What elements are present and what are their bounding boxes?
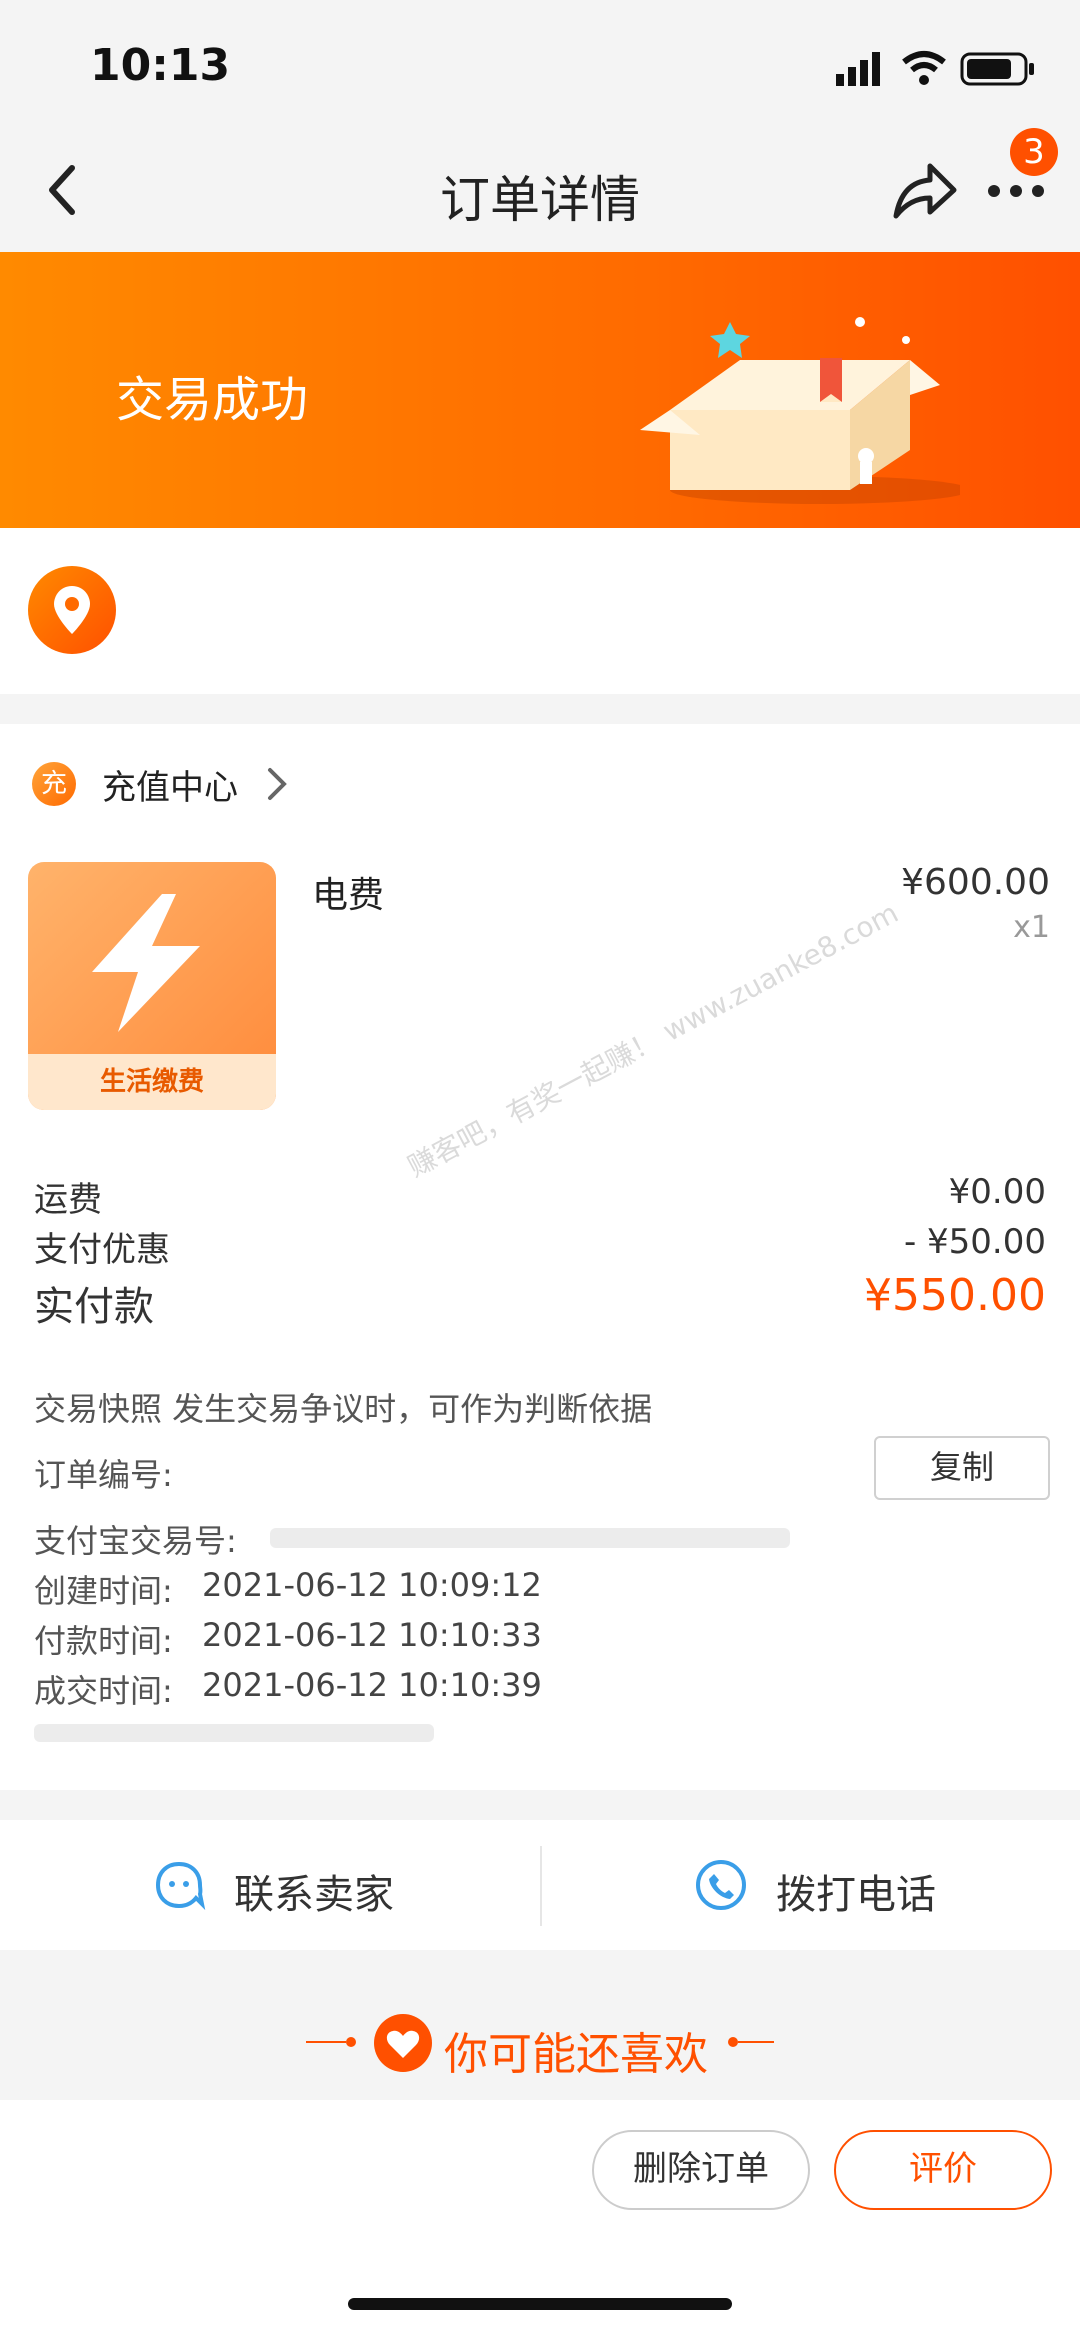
discount-value: - ¥50.00	[903, 1222, 1046, 1262]
paid-amount-label: 实付款	[34, 1284, 154, 1330]
shipping-value: ¥0.00	[948, 1172, 1046, 1212]
shipping-label: 运费	[34, 1180, 102, 1220]
chat-icon[interactable]	[152, 1858, 206, 1912]
product-quantity: x1	[1013, 910, 1050, 945]
copy-button[interactable]: 复制	[874, 1436, 1050, 1500]
rec-dot-left	[346, 2037, 356, 2047]
address-section[interactable]	[0, 528, 1080, 694]
product-thumbnail[interactable]: 生活缴费	[28, 862, 276, 1110]
paid-time-label: 付款时间:	[34, 1622, 173, 1660]
completed-time-value: 2021-06-12 10:10:39	[202, 1666, 542, 1704]
home-indicator[interactable]	[348, 2298, 732, 2310]
contact-divider	[540, 1846, 542, 1926]
package-box-illustration	[640, 317, 960, 504]
more-icon[interactable]	[986, 176, 1046, 206]
notification-badge: 3	[1010, 128, 1058, 176]
call-phone-button[interactable]: 拨打电话	[776, 1862, 936, 1920]
chevron-right-icon[interactable]	[262, 764, 292, 804]
order-status-text: 交易成功	[116, 372, 309, 428]
discount-label: 支付优惠	[34, 1230, 170, 1270]
wifi-icon	[902, 51, 946, 85]
rec-divider-right	[738, 2041, 774, 2043]
product-thumb-label: 生活缴费	[28, 1054, 276, 1110]
completed-time-label: 成交时间:	[34, 1672, 173, 1710]
rec-dot-right	[728, 2037, 738, 2047]
delete-order-button[interactable]: 删除订单	[592, 2130, 810, 2210]
order-number-label: 订单编号:	[34, 1456, 173, 1494]
product-name[interactable]: 电费	[312, 866, 384, 918]
created-time-label: 创建时间:	[34, 1572, 173, 1610]
rate-button[interactable]: 评价	[834, 2130, 1052, 2210]
phone-icon[interactable]	[694, 1858, 748, 1912]
battery-icon	[960, 52, 1034, 86]
redacted-row	[34, 1724, 434, 1742]
shop-name[interactable]: 充值中心	[102, 760, 238, 809]
trade-snapshot-link[interactable]: 交易快照 发生交易争议时，可作为判断依据	[34, 1384, 652, 1430]
alipay-trade-number-label: 支付宝交易号:	[34, 1522, 237, 1560]
heart-icon	[374, 2014, 432, 2072]
cellular-signal-icon	[836, 52, 880, 86]
rec-divider-left	[306, 2041, 346, 2043]
shop-logo-icon: 充	[32, 762, 76, 806]
redacted-value	[270, 1528, 790, 1548]
recommend-title: 你可能还喜欢	[444, 2029, 708, 2080]
created-time-value: 2021-06-12 10:09:12	[202, 1566, 542, 1604]
lightning-icon	[92, 894, 200, 1032]
location-pin-icon	[28, 566, 116, 654]
contact-seller-button[interactable]: 联系卖家	[234, 1862, 394, 1920]
share-icon[interactable]	[888, 158, 960, 228]
product-price: ¥600.00	[901, 862, 1050, 903]
status-time: 10:13	[90, 40, 231, 91]
paid-time-value: 2021-06-12 10:10:33	[202, 1616, 542, 1654]
paid-amount-value: ¥550.00	[864, 1270, 1046, 1321]
